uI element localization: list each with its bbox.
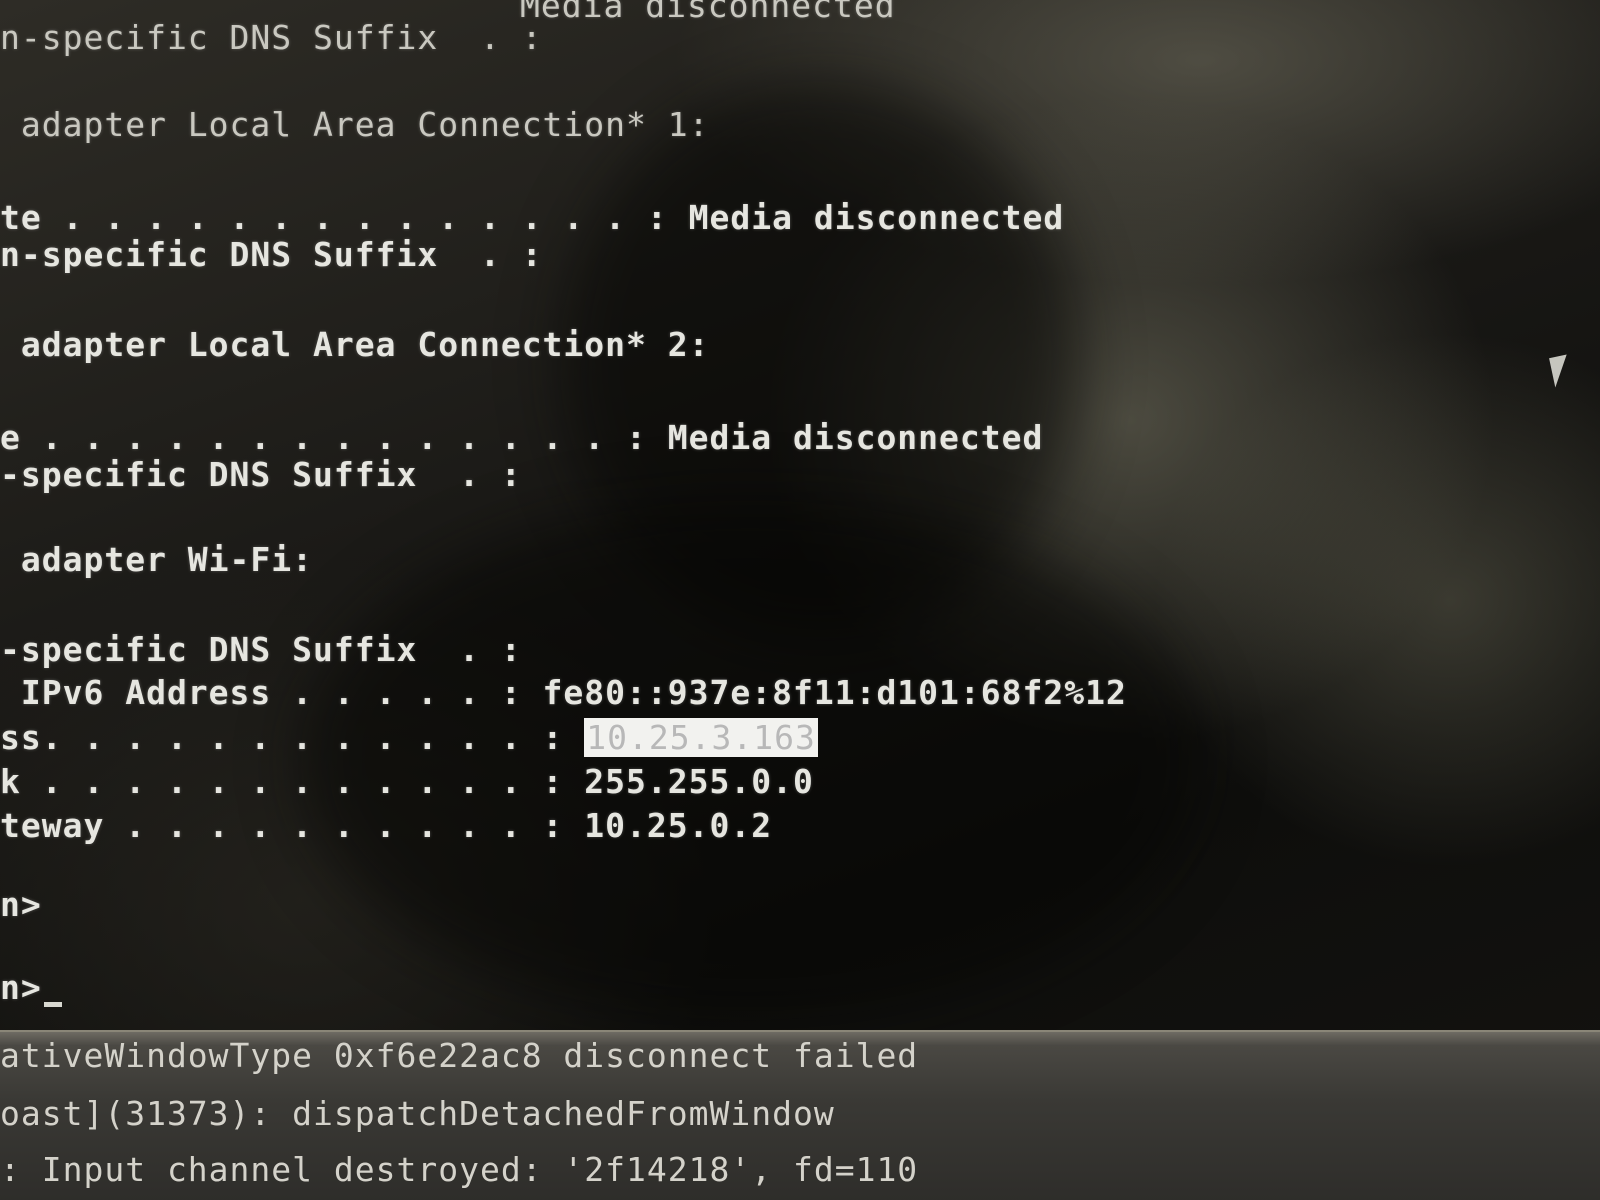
- adapter-header-lac2: adapter Local Area Connection* 2:: [0, 325, 710, 364]
- dns-suffix-line: -specific DNS Suffix . :: [0, 455, 522, 494]
- log-line: ativeWindowType 0xf6e22ac8 disconnect fa…: [0, 1036, 919, 1075]
- media-state-line: te . . . . . . . . . . . . . . : Media d…: [0, 198, 1065, 237]
- default-gateway-line: teway . . . . . . . . . . : 10.25.0.2: [0, 806, 773, 845]
- adapter-header-wifi: adapter Wi-Fi:: [0, 540, 314, 579]
- subnet-mask-line: k . . . . . . . . . . . . : 255.255.0.0: [0, 762, 814, 801]
- active-prompt-line[interactable]: n>: [0, 968, 62, 1007]
- dns-suffix-line: n-specific DNS Suffix . :: [0, 235, 543, 274]
- selected-ip-address[interactable]: 10.25.3.163: [584, 718, 818, 757]
- partial-status-line: Media disconnected: [520, 0, 896, 25]
- log-output-panel: ativeWindowType 0xf6e22ac8 disconnect fa…: [0, 1030, 1600, 1200]
- ipv4-address-label: ss. . . . . . . . . . . . :: [0, 718, 585, 757]
- media-state-line: e . . . . . . . . . . . . . . : Media di…: [0, 418, 1044, 457]
- prompt-text: n>: [0, 968, 42, 1007]
- adapter-header-lac1: adapter Local Area Connection* 1:: [0, 105, 710, 144]
- prompt-line: n>: [0, 885, 42, 924]
- dns-suffix-line: -specific DNS Suffix . :: [0, 630, 522, 669]
- photo-of-screen: Media disconnected n-specific DNS Suffix…: [0, 0, 1600, 1200]
- ipv6-address-line: IPv6 Address . . . . . : fe80::937e:8f11…: [0, 673, 1127, 712]
- log-line: : Input channel destroyed: '2f14218', fd…: [0, 1150, 919, 1189]
- text-cursor: [43, 1002, 62, 1007]
- log-line: oast](31373): dispatchDetachedFromWindow: [0, 1094, 835, 1133]
- dns-suffix-line: n-specific DNS Suffix . :: [0, 18, 543, 57]
- ipv4-address-line: ss. . . . . . . . . . . . : 10.25.3.163: [0, 718, 818, 757]
- command-prompt-window[interactable]: Media disconnected n-specific DNS Suffix…: [0, 0, 1600, 1030]
